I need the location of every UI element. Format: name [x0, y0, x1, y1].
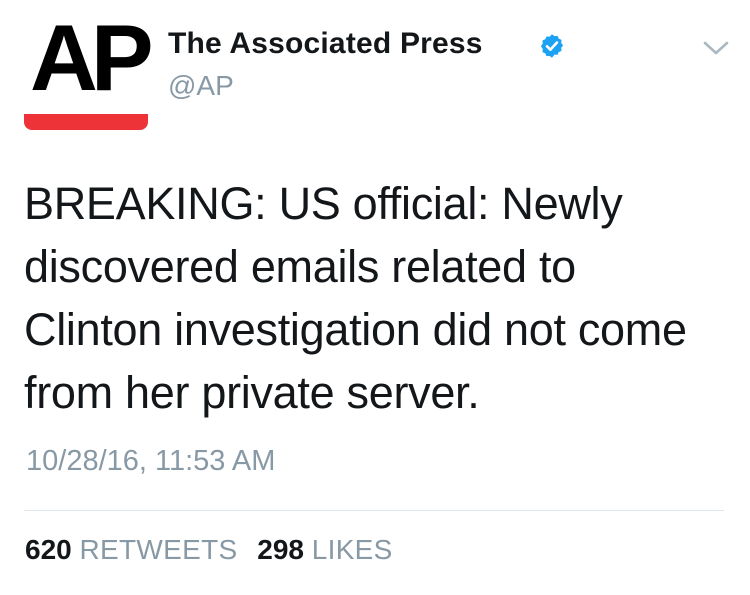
- likes-stat[interactable]: 298 LIKES: [257, 534, 392, 566]
- ap-logo: AP: [30, 5, 154, 110]
- avatar[interactable]: AP: [24, 5, 154, 130]
- likes-label: LIKES: [311, 534, 393, 565]
- likes-count: 298: [257, 534, 304, 565]
- display-name[interactable]: The Associated Press: [168, 27, 483, 61]
- tweet: AP The Associated Press @AP BREAKING: US…: [0, 0, 750, 595]
- chevron-down-icon[interactable]: [703, 40, 729, 56]
- timestamp[interactable]: 10/28/16, 11:53 AM: [26, 445, 275, 478]
- verified-badge-icon: [540, 34, 564, 58]
- retweets-count: 620: [25, 534, 72, 565]
- retweets-label: RETWEETS: [79, 534, 238, 565]
- divider: [24, 510, 724, 511]
- handle[interactable]: @AP: [168, 70, 234, 102]
- avatar-accent-bar: [24, 114, 148, 130]
- tweet-text: BREAKING: US official: Newly discovered …: [24, 178, 687, 418]
- retweets-stat[interactable]: 620 RETWEETS: [25, 534, 237, 566]
- tweet-stats: 620 RETWEETS 298 LIKES: [25, 534, 405, 566]
